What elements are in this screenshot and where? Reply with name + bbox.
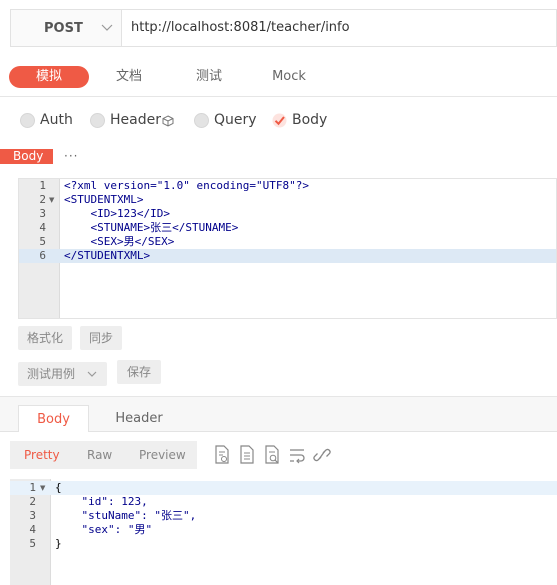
wrap-lines-icon[interactable] — [288, 445, 306, 465]
test-case-label: 测试用例 — [27, 367, 76, 381]
view-pretty-button[interactable]: Pretty — [24, 448, 60, 462]
code-line: "sex": "男" — [55, 523, 153, 536]
tab-mock[interactable]: Mock — [264, 66, 314, 88]
line-number: 1 — [29, 481, 36, 494]
save-button[interactable]: 保存 — [117, 360, 161, 384]
method-label: POST — [44, 21, 83, 36]
test-case-select[interactable]: 测试用例 — [18, 362, 107, 386]
line-number: 3 — [39, 207, 46, 220]
url-input[interactable]: http://localhost:8081/teacher/info — [131, 20, 350, 35]
option-auth[interactable]: Auth — [20, 112, 80, 130]
option-body[interactable]: Body — [272, 112, 332, 130]
tab-docs[interactable]: 文档 — [104, 66, 154, 88]
code-line: "id": 123, — [55, 495, 148, 508]
code-line: <STUDENTXML> — [64, 193, 144, 206]
line-number: 3 — [29, 509, 36, 522]
url-bar: POST http://localhost:8081/teacher/info — [10, 9, 557, 47]
document-icon[interactable] — [238, 445, 256, 465]
document-search-icon[interactable] — [213, 445, 231, 465]
document-search-icon[interactable] — [263, 445, 281, 465]
active-line-highlight — [10, 481, 557, 495]
sync-button[interactable]: 同步 — [80, 326, 122, 350]
link-icon[interactable] — [313, 445, 331, 465]
line-number: 4 — [39, 221, 46, 234]
option-label: Body — [292, 112, 328, 128]
option-label: Header — [110, 112, 161, 128]
response-tab-body[interactable]: Body — [18, 405, 89, 432]
format-button[interactable]: 格式化 — [18, 326, 72, 350]
line-number: 2 — [29, 495, 36, 508]
view-mode-group: Pretty Raw Preview — [10, 441, 197, 469]
code-line: <ID>123</ID> — [64, 207, 170, 220]
line-number: 2 — [39, 193, 46, 206]
cube-icon — [162, 115, 174, 127]
code-line: <?xml version="1.0" encoding="UTF8"?> — [64, 179, 310, 192]
tab-test[interactable]: 测试 — [184, 66, 234, 88]
radio-icon — [194, 113, 209, 128]
line-number: 5 — [39, 235, 46, 248]
radio-icon — [20, 113, 35, 128]
chevron-down-icon — [101, 24, 113, 31]
method-select[interactable]: POST — [11, 10, 122, 46]
code-line: "stuName": "张三", — [55, 509, 197, 522]
option-query[interactable]: Query — [194, 112, 258, 130]
checkmark-icon — [272, 113, 287, 128]
code-line: { — [55, 481, 62, 494]
body-type-tag[interactable]: Body — [0, 149, 53, 164]
response-body-viewer[interactable]: 1 ▼ 2 3 4 5 { "id": 123, "stuName": "张三"… — [10, 479, 557, 585]
line-number: 1 — [39, 179, 46, 192]
request-body-editor[interactable]: 1 2 ▼ 3 4 5 6 <?xml version="1.0" encodi… — [18, 178, 557, 319]
code-line: } — [55, 537, 62, 550]
chevron-down-icon — [87, 371, 97, 377]
divider — [0, 96, 557, 97]
view-preview-button[interactable]: Preview — [139, 448, 186, 462]
fold-toggle-icon[interactable]: ▼ — [49, 193, 54, 207]
code-line: <SEX>男</SEX> — [64, 235, 175, 248]
response-tab-header[interactable]: Header — [104, 405, 174, 432]
line-number: 6 — [39, 249, 46, 262]
more-options-icon[interactable]: ··· — [64, 149, 78, 163]
option-label: Query — [214, 112, 257, 128]
line-number: 5 — [29, 537, 36, 550]
code-line: </STUDENTXML> — [64, 249, 151, 262]
code-line: <STUNAME>张三</STUNAME> — [64, 221, 239, 234]
option-label: Auth — [40, 112, 73, 128]
option-header[interactable]: Header — [90, 112, 180, 130]
view-raw-button[interactable]: Raw — [87, 448, 112, 462]
radio-icon — [90, 113, 105, 128]
line-number: 4 — [29, 523, 36, 536]
tab-simulate[interactable]: 模拟 — [9, 66, 89, 88]
fold-toggle-icon[interactable]: ▼ — [40, 481, 45, 495]
